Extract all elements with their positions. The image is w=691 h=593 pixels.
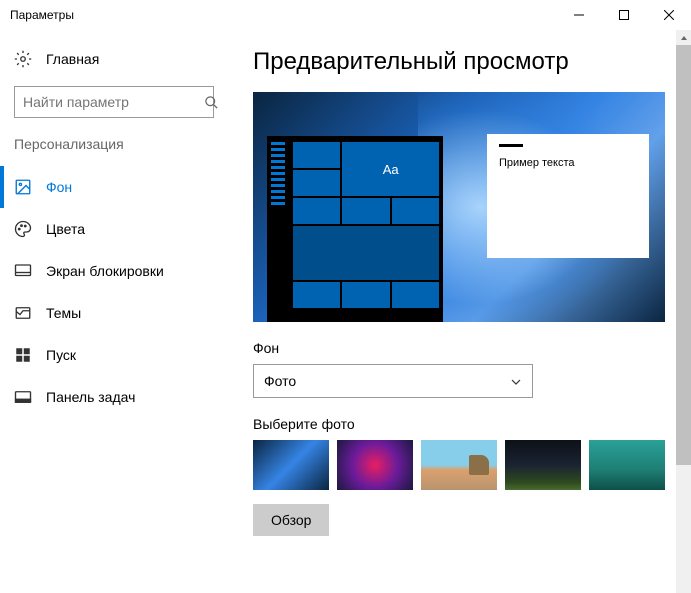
preview-sample-window: Пример текста (487, 134, 649, 258)
sidebar-item-start[interactable]: Пуск (0, 334, 225, 376)
sidebar-item-label: Фон (46, 179, 72, 195)
scroll-up-button[interactable] (676, 30, 691, 45)
vertical-scrollbar[interactable] (676, 30, 691, 593)
background-dropdown[interactable]: Фото (253, 364, 533, 398)
taskbar-icon (14, 388, 32, 406)
palette-icon (14, 220, 32, 238)
window-controls (556, 0, 691, 30)
sidebar-item-label: Пуск (46, 347, 76, 363)
maximize-icon (619, 10, 629, 20)
search-icon (204, 94, 219, 110)
photo-thumb-3[interactable] (421, 440, 497, 490)
browse-button[interactable]: Обзор (253, 504, 329, 536)
sidebar-item-themes[interactable]: Темы (0, 292, 225, 334)
sidebar-item-lockscreen[interactable]: Экран блокировки (0, 250, 225, 292)
sidebar-item-background[interactable]: Фон (0, 166, 225, 208)
preview-tile-text: Aa (342, 142, 439, 196)
scrollbar-thumb[interactable] (676, 45, 691, 465)
photo-thumb-5[interactable] (589, 440, 665, 490)
search-input[interactable] (23, 94, 204, 110)
window-title: Параметры (10, 8, 556, 22)
close-button[interactable] (646, 0, 691, 30)
home-label: Главная (46, 51, 99, 67)
sidebar-item-label: Цвета (46, 221, 85, 237)
photo-thumb-2[interactable] (337, 440, 413, 490)
sidebar-item-label: Экран блокировки (46, 263, 164, 279)
minimize-button[interactable] (556, 0, 601, 30)
photo-thumb-1[interactable] (253, 440, 329, 490)
sidebar-item-colors[interactable]: Цвета (0, 208, 225, 250)
choose-photo-label: Выберите фото (253, 416, 679, 432)
search-box[interactable] (14, 86, 214, 118)
home-button[interactable]: Главная (14, 42, 225, 76)
maximize-button[interactable] (601, 0, 646, 30)
lockscreen-icon (14, 262, 32, 280)
content-area: Предварительный просмотр Aa Приме (225, 30, 691, 593)
picture-icon (14, 178, 32, 196)
gear-icon (14, 50, 32, 68)
photo-thumbnails (253, 440, 679, 490)
sidebar-item-taskbar[interactable]: Панель задач (0, 376, 225, 418)
minimize-icon (574, 10, 584, 20)
close-icon (664, 10, 674, 20)
preview-sample-text: Пример текста (499, 157, 637, 169)
titlebar: Параметры (0, 0, 691, 30)
page-title: Предварительный просмотр (253, 48, 679, 76)
background-preview: Aa Пример текста (253, 92, 665, 322)
sidebar: Главная Персонализация Фон Цвета (0, 30, 225, 593)
sidebar-item-label: Панель задач (46, 389, 135, 405)
themes-icon (14, 304, 32, 322)
start-icon (14, 346, 32, 364)
background-dropdown-value: Фото (264, 373, 510, 389)
photo-thumb-4[interactable] (505, 440, 581, 490)
section-title: Персонализация (14, 136, 225, 152)
chevron-down-icon (510, 375, 522, 387)
background-label: Фон (253, 340, 679, 356)
sidebar-item-label: Темы (46, 305, 81, 321)
preview-start-menu: Aa (267, 136, 443, 322)
